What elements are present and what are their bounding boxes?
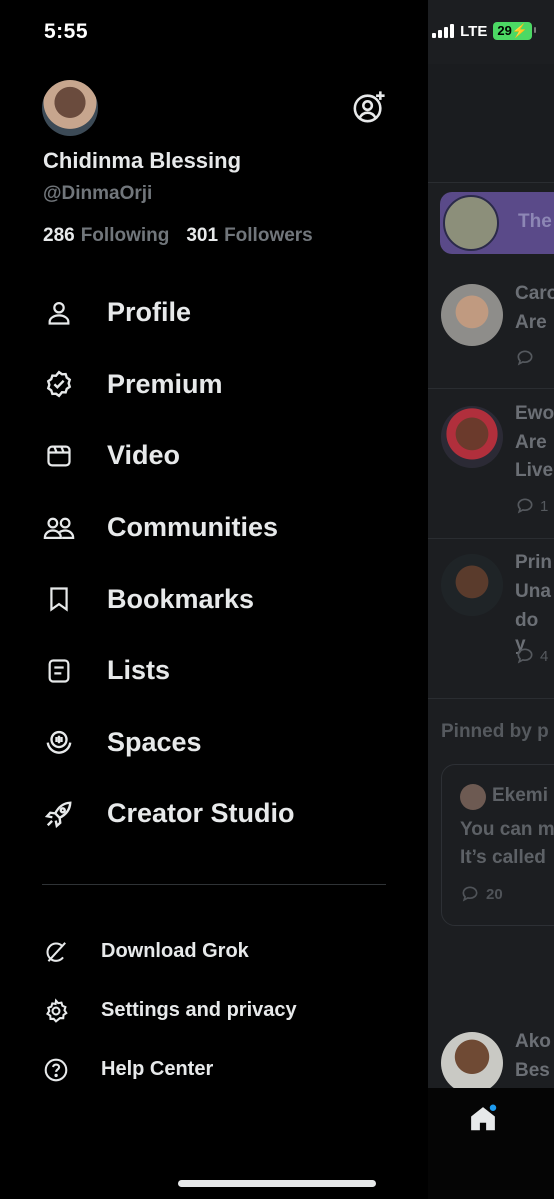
feed-post[interactable]: Prin Una do y 4	[428, 538, 554, 699]
menu-item-video[interactable]: Video	[0, 420, 428, 492]
menu-item-help-center[interactable]: Help Center	[0, 1040, 428, 1099]
signal-icon	[432, 24, 455, 38]
feed-header	[428, 64, 554, 183]
pinned-author-avatar	[460, 784, 486, 810]
menu-item-lists[interactable]: Lists	[0, 635, 428, 707]
reply-icon	[462, 886, 478, 902]
main-menu: Profile Premium Video Communities Bookma…	[0, 277, 428, 850]
follow-stats: 286 Following 301 Followers	[43, 225, 313, 247]
post-line-3: Live	[515, 460, 554, 481]
menu-label: Creator Studio	[107, 798, 295, 829]
menu-label: Bookmarks	[107, 583, 255, 614]
post-avatar	[441, 406, 503, 468]
battery-icon: 29⚡	[493, 22, 536, 40]
profile-name[interactable]: Chidinma Blessing	[43, 148, 241, 174]
grok-icon	[42, 938, 70, 966]
space-card[interactable]: The	[440, 192, 554, 254]
verified-badge-icon	[42, 367, 76, 401]
add-account-icon[interactable]	[352, 90, 386, 124]
reply-icon	[515, 348, 535, 372]
divider	[42, 884, 386, 885]
status-indicators: LTE 29⚡	[432, 22, 536, 40]
menu-label: Premium	[107, 368, 223, 399]
feed-post[interactable]: Caro Are	[428, 266, 554, 389]
post-line-2: Are	[515, 312, 547, 333]
post-avatar	[441, 554, 503, 616]
pinned-author-name: Ekemi	[492, 785, 548, 806]
menu-item-premium[interactable]: Premium	[0, 349, 428, 421]
following-link[interactable]: 286 Following	[43, 225, 169, 247]
menu-label: Download Grok	[101, 940, 249, 962]
followers-link[interactable]: 301 Followers	[186, 225, 312, 247]
pinned-post-card[interactable]: Ekemi You can m It’s called 20	[441, 764, 554, 926]
communities-icon	[42, 511, 76, 545]
space-avatar	[443, 195, 499, 251]
menu-label: Spaces	[107, 726, 202, 757]
post-line-2: Bes	[515, 1060, 550, 1081]
status-bar: 5:55 LTE 29⚡	[0, 0, 554, 64]
menu-item-download-grok[interactable]: Download Grok	[0, 922, 428, 981]
secondary-menu: Download Grok Settings and privacy Help …	[0, 922, 428, 1099]
help-icon	[42, 1056, 70, 1084]
network-type: LTE	[460, 22, 488, 40]
reply-icon	[517, 648, 533, 664]
space-card-text: The	[518, 211, 552, 232]
feed-post[interactable]: Ako Bes	[428, 1018, 554, 1094]
bottom-nav	[428, 1088, 554, 1199]
pinned-label: Pinned by p	[441, 721, 549, 742]
post-line-1: Prin	[515, 552, 552, 573]
bookmark-icon	[42, 582, 76, 616]
profile-handle[interactable]: @DinmaOrji	[43, 183, 152, 205]
home-icon[interactable]	[468, 1104, 498, 1134]
pinned-line-2: It’s called	[460, 847, 546, 868]
video-icon	[42, 439, 76, 473]
post-line-2: Una	[515, 581, 551, 602]
status-time: 5:55	[44, 20, 89, 43]
menu-label: Communities	[107, 512, 279, 543]
navigation-drawer: Chidinma Blessing @DinmaOrji 286 Followin…	[0, 0, 428, 1199]
menu-item-spaces[interactable]: Spaces	[0, 707, 428, 779]
menu-label: Profile	[107, 297, 192, 328]
reply-count: 4	[515, 646, 548, 666]
post-line-1: Caro	[515, 283, 554, 304]
post-avatar	[441, 284, 503, 346]
menu-label: Settings and privacy	[101, 999, 297, 1021]
menu-label: Help Center	[101, 1058, 214, 1080]
menu-label: Video	[107, 440, 181, 471]
spaces-icon	[42, 725, 76, 759]
avatar[interactable]	[42, 80, 98, 136]
menu-label: Lists	[107, 655, 171, 686]
background-feed: The Caro Are Ewo Are Live 1 Prin Una do …	[428, 0, 554, 1199]
post-avatar	[441, 1032, 503, 1094]
reply-icon	[517, 498, 533, 514]
menu-item-creator-studio[interactable]: Creator Studio	[0, 778, 428, 850]
gear-icon	[42, 997, 70, 1025]
pinned-reply-count: 20	[460, 884, 503, 904]
feed-post[interactable]: Ewo Are Live 1	[428, 388, 554, 539]
pinned-line-1: You can m	[460, 819, 554, 840]
person-icon	[42, 296, 76, 330]
reply-count: 1	[515, 496, 548, 516]
post-line-1: Ewo	[515, 403, 554, 424]
menu-item-profile[interactable]: Profile	[0, 277, 428, 349]
menu-item-bookmarks[interactable]: Bookmarks	[0, 563, 428, 635]
list-icon	[42, 654, 76, 688]
menu-item-settings[interactable]: Settings and privacy	[0, 981, 428, 1040]
rocket-icon	[42, 797, 76, 831]
home-indicator[interactable]	[178, 1180, 376, 1187]
post-line-1: Ako	[515, 1031, 551, 1052]
menu-item-communities[interactable]: Communities	[0, 492, 428, 564]
post-line-2: Are	[515, 432, 547, 453]
